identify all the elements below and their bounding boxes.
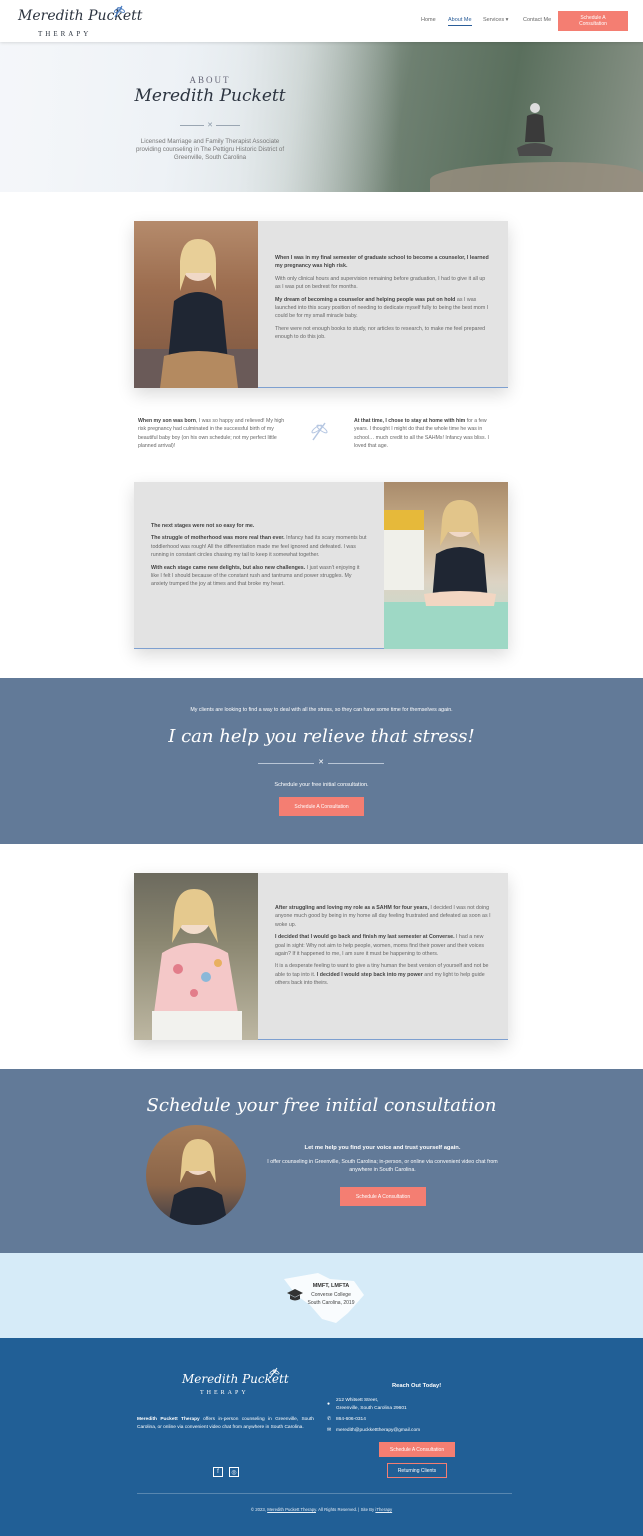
phone-icon: ✆ [327,1416,332,1422]
story-card-1: When I was in my final semester of gradu… [134,221,508,388]
stress-band: My clients are looking to find a way to … [0,678,643,844]
footer-address-line2: Greenville, South Carolina 29601 [336,1406,407,1411]
hero-haze [0,42,400,192]
footer-description: Meredith Puckett Therapy offers in-perso… [137,1417,314,1430]
hero-eyebrow: ABOUT [189,75,231,85]
consultation-body: I offer counseling in Greenville, South … [267,1159,498,1174]
footer-schedule-button[interactable]: Schedule A Consultation [379,1442,455,1457]
education-school: Converse College [311,1292,351,1298]
nav-about[interactable]: About Me [448,17,472,26]
facebook-icon[interactable]: f [213,1467,223,1477]
chevron-down-icon: ▾ [505,17,509,23]
footer-siteby-link[interactable]: iTherapy [375,1507,392,1512]
consultation-headline: Schedule your free initial consultation [146,1095,497,1116]
footer-email[interactable]: meredith@puckketttherapy@gmail.com [336,1427,420,1435]
hero-ornament-left [180,125,204,126]
band1-ornament-right [328,763,384,764]
footer-divider [137,1493,512,1494]
story1-p1: When I was in my final semester of gradu… [275,255,489,270]
photo-meredith-seated [134,221,258,388]
footer-dragonfly-icon [268,1366,280,1379]
story1-p2: With only clinical hours and supervision… [275,275,486,291]
dragonfly-divider-icon [308,420,330,442]
nav-contact[interactable]: Contact Me [523,17,551,23]
hero-banner: ABOUT Meredith Puckett ✕ Licensed Marria… [0,42,643,192]
footer-copyright-link[interactable]: Meredith Puckett Therapy [267,1507,316,1512]
site-footer: Meredith Puckett THERAPY Meredith Pucket… [0,1338,643,1536]
header-schedule-button[interactable]: Schedule A Consultation [558,11,628,31]
story1-p3: My dream of becoming a counselor and hel… [275,296,489,320]
hero-ornament-dragonfly-icon: ✕ [207,122,213,129]
consultation-schedule-button[interactable]: Schedule A Consultation [340,1187,426,1206]
story2-p1: The next stages were not so easy for me. [151,523,255,529]
story-card-3: After struggling and loving my role as a… [134,873,508,1040]
story3-p2: I decided that I would go back and finis… [275,934,485,958]
twocol-right: At that time, I chose to stay at home wi… [354,418,489,450]
hero-rock-image [430,162,643,192]
story1-p4: There were not enough books to study, no… [275,325,486,341]
consultation-band: Schedule your free initial consultation … [0,1069,643,1253]
story3-p1: After struggling and loving my role as a… [275,905,491,928]
nav-services[interactable]: Services ▾ [483,17,508,23]
stress-headline: I can help you relieve that stress! [168,726,475,747]
story3-p3: It is a desperate feeling to want to giv… [275,963,489,987]
hero-ornament-right [216,125,240,126]
photo-meredith-table [384,482,508,649]
band1-ornament-icon: ✕ [318,759,324,766]
footer-phone[interactable]: 864-606-0314 [336,1416,366,1424]
hero-name: Meredith Puckett [134,86,286,106]
consultation-lead: Let me help you find your voice and trus… [304,1145,461,1151]
site-logo[interactable]: Meredith Puckett THERAPY [16,4,142,40]
hero-subtitle: Licensed Marriage and Family Therapist A… [135,138,285,161]
footer-logo[interactable]: Meredith Puckett THERAPY [180,1364,289,1398]
story3-text: After struggling and loving my role as a… [275,904,491,988]
photo-meredith-floral [134,873,258,1040]
instagram-icon[interactable]: ◎ [229,1467,239,1477]
footer-returning-clients-button[interactable]: Returning Clients [387,1463,447,1478]
education-degree: MMFT, LMFTA [312,1283,350,1289]
education-section: MMFT, LMFTA Converse College South Carol… [0,1253,643,1338]
story1-text: When I was in my final semester of gradu… [275,254,491,342]
stress-sub: Schedule your free initial consultation. [274,782,369,788]
story2-p3: With each stage came new delights, but a… [151,564,360,588]
stress-schedule-button[interactable]: Schedule A Consultation [279,797,364,816]
site-header: Meredith Puckett THERAPY Home About Me S… [0,0,643,42]
logo-sub-text: THERAPY [38,30,92,38]
story2-p2: The struggle of motherhood was more real… [151,535,367,559]
nav-services-label: Services [483,17,505,23]
twocol-left: When my son was born, I was so happy and… [138,418,285,450]
education-place: South Carolina, 2019 [307,1300,355,1306]
band1-ornament-left [258,763,314,764]
story-card-2: The next stages were not so easy for me.… [134,482,508,649]
footer-copyright: © 2023, Meredith Puckett Therapy. All Ri… [250,1507,393,1512]
story2-text: The next stages were not so easy for me.… [151,522,367,589]
location-pin-icon: ● [327,1401,331,1407]
stress-intro: My clients are looking to find a way to … [190,707,453,713]
footer-logo-sub: THERAPY [200,1390,249,1396]
footer-reach-heading: Reach Out Today! [392,1383,442,1389]
footer-address-line1: 212 Whitsett Street, [336,1398,379,1403]
email-icon: ✉ [327,1427,332,1433]
nav-home[interactable]: Home [421,17,436,23]
hero-meditation-figure [515,100,555,165]
consultation-portrait [146,1125,246,1225]
dragonfly-icon [112,4,126,18]
